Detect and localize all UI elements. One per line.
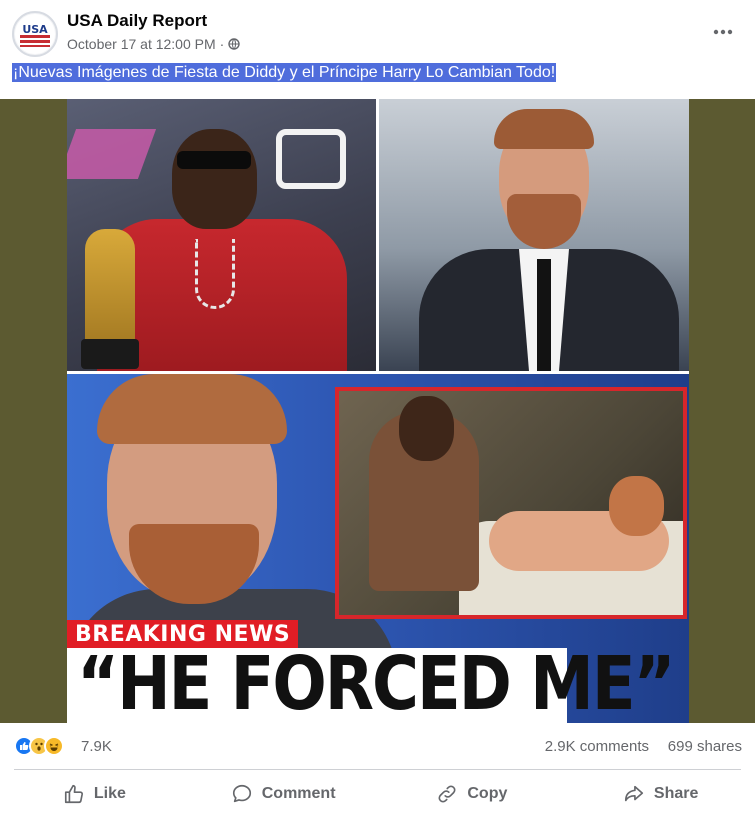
reaction-icons[interactable] [14, 736, 64, 756]
actions-divider [14, 769, 741, 770]
headline-text: “HE FORCED ME” [77, 642, 676, 723]
post-actions: Like Comment Copy Share [0, 775, 755, 813]
svg-text:USA: USA [22, 23, 48, 36]
hair-shape [97, 374, 287, 444]
share-arrow-icon [624, 785, 643, 802]
post-caption: ¡Nuevas Imágenes de Fiesta de Diddy y el… [12, 63, 557, 82]
haha-reaction-icon [44, 736, 64, 756]
meta-separator: · [219, 36, 225, 52]
share-label: Share [653, 785, 699, 802]
page-avatar[interactable]: USA [12, 11, 58, 57]
thumbs-up-icon [64, 784, 83, 804]
copy-button[interactable]: Copy [378, 775, 567, 813]
shares-count-link[interactable]: 699 shares [668, 738, 742, 755]
inset-photo [335, 387, 687, 619]
reactions-count[interactable]: 7.9K [81, 738, 112, 755]
comment-bubble-icon [232, 784, 251, 803]
copy-label: Copy [467, 785, 508, 802]
usa-logo-icon: USA [15, 14, 55, 54]
post-meta: October 17 at 12:00 PM · [67, 36, 241, 52]
image-panel-top-left [67, 99, 376, 371]
post-image[interactable]: BREAKING NEWS “HE FORCED ME” [67, 99, 689, 723]
post-media[interactable]: BREAKING NEWS “HE FORCED ME” [0, 99, 755, 723]
more-options-icon [713, 29, 733, 35]
page-name[interactable]: USA Daily Report [67, 11, 207, 31]
person-head [609, 476, 664, 536]
comments-count-link[interactable]: 2.9K comments [545, 738, 649, 755]
mtv-logo-shape [276, 129, 346, 189]
image-panel-bottom: BREAKING NEWS “HE FORCED ME” [67, 374, 689, 723]
post-header: USA USA Daily Report October 17 at 12:00… [0, 0, 755, 60]
like-button[interactable]: Like [0, 775, 189, 813]
trophy-base-shape [81, 339, 139, 369]
share-button[interactable]: Share [566, 775, 755, 813]
comment-button[interactable]: Comment [189, 775, 378, 813]
caption-text: ¡Nuevas Imágenes de Fiesta de Diddy y el… [12, 63, 557, 82]
like-label: Like [93, 785, 126, 802]
hair-shape [494, 109, 594, 149]
link-icon [438, 785, 456, 803]
comment-label: Comment [261, 785, 336, 802]
more-options-button[interactable] [705, 18, 741, 46]
sunglasses-shape [177, 151, 251, 169]
image-panel-top-right [379, 99, 689, 371]
tie-shape [537, 259, 551, 371]
chain-necklace-shape [195, 239, 235, 309]
beard-shape [507, 194, 581, 249]
post-timestamp[interactable]: October 17 at 12:00 PM [67, 36, 216, 52]
globe-icon [228, 38, 241, 50]
person-head [172, 129, 257, 229]
engagement-bar: 7.9K 2.9K comments 699 shares [0, 730, 755, 762]
person-head [399, 396, 454, 461]
vma-logo-shape [67, 129, 157, 179]
